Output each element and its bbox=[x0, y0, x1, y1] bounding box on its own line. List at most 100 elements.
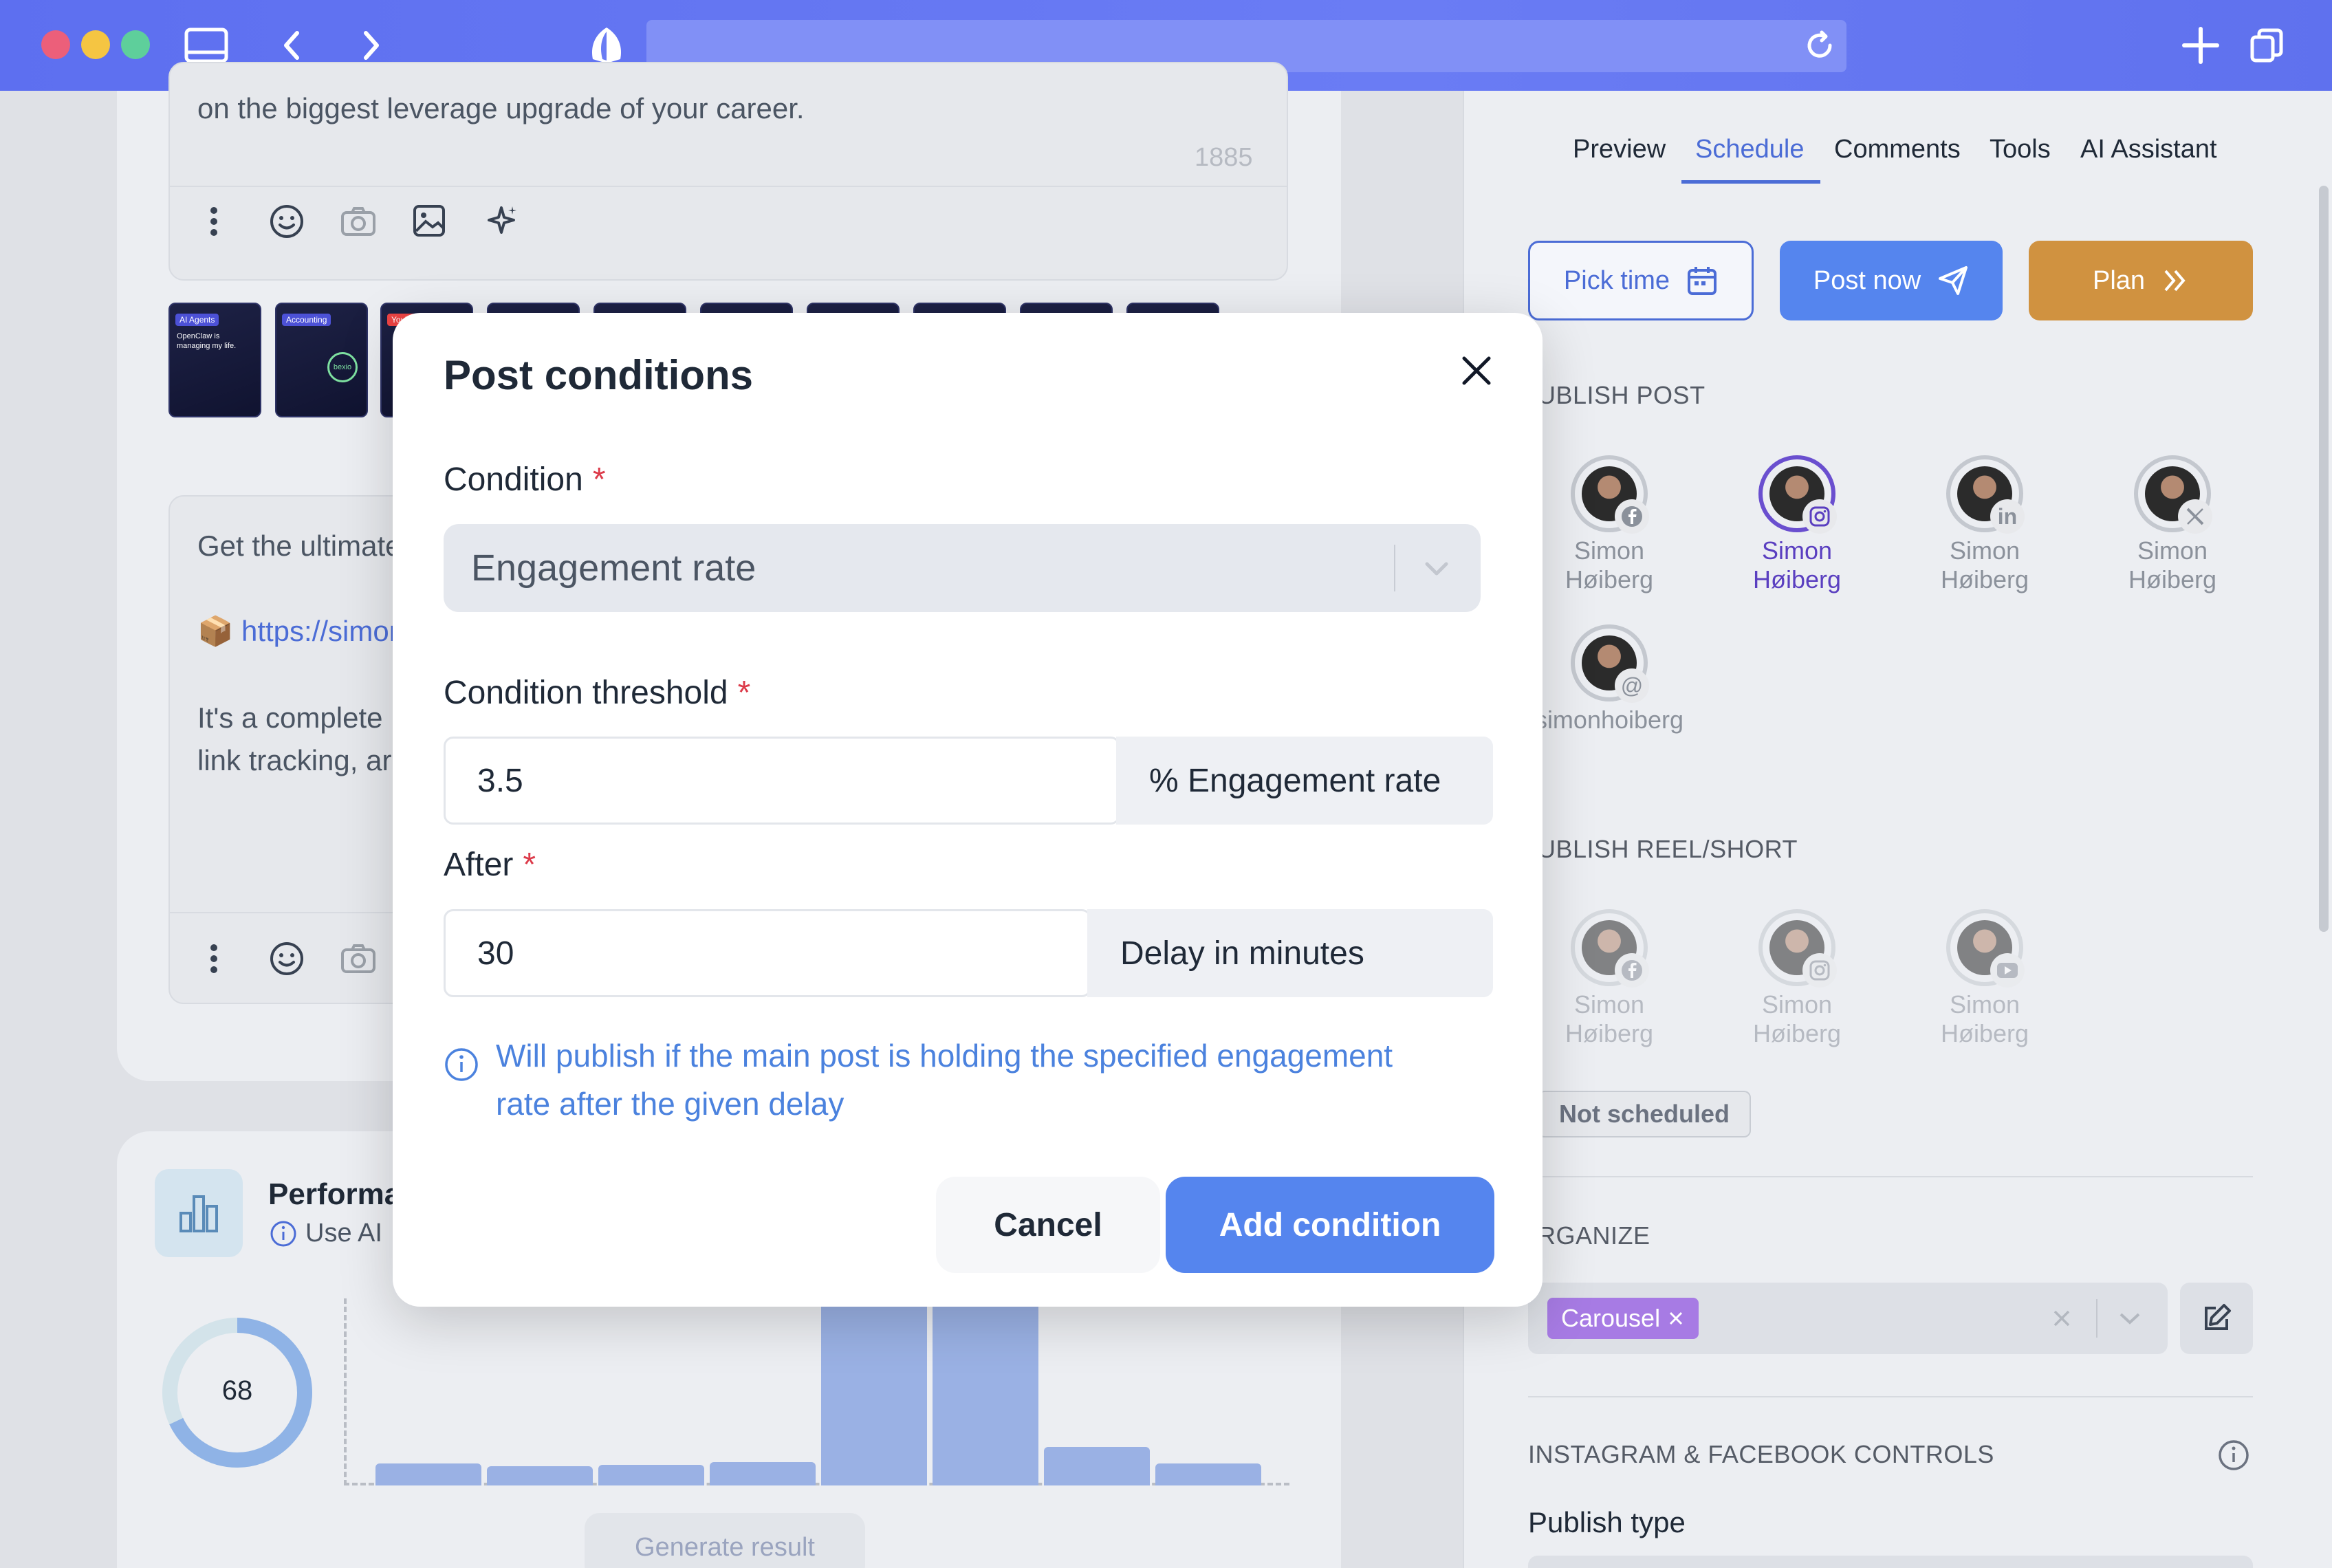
info-icon bbox=[270, 1221, 296, 1246]
threshold-input[interactable]: 3.5 bbox=[444, 737, 1120, 825]
emoji-icon[interactable] bbox=[266, 938, 307, 979]
instagram-icon bbox=[1802, 499, 1837, 534]
close-modal-button[interactable] bbox=[1452, 346, 1501, 395]
post-now-button[interactable]: Post now bbox=[1780, 241, 2003, 320]
chart-bar bbox=[598, 1465, 704, 1485]
account-name: Simon Høiberg bbox=[1565, 536, 1654, 594]
instagram-icon bbox=[1802, 953, 1837, 988]
organize-heading: RGANIZE bbox=[1538, 1221, 1650, 1250]
account-name: Simon Høiberg bbox=[1565, 990, 1654, 1047]
reel-account-facebook[interactable]: Simon Høiberg bbox=[1544, 909, 1675, 1048]
account-instagram[interactable]: Simon Høiberg bbox=[1732, 455, 1862, 594]
more-options-icon[interactable] bbox=[193, 938, 235, 979]
reel-account-instagram[interactable]: Simon Høiberg bbox=[1732, 909, 1862, 1048]
active-tab-indicator bbox=[1681, 180, 1820, 184]
second-post-line[interactable]: Get the ultimate bbox=[197, 530, 401, 563]
link-text: https://simon bbox=[241, 615, 406, 647]
account-facebook[interactable]: Simon Høiberg bbox=[1544, 455, 1675, 594]
calendar-icon bbox=[1688, 267, 1717, 295]
cancel-button[interactable]: Cancel bbox=[936, 1177, 1160, 1273]
maximize-window-button[interactable] bbox=[121, 30, 150, 59]
scrollbar[interactable] bbox=[2319, 186, 2329, 932]
divider bbox=[1528, 1396, 2253, 1397]
close-icon bbox=[1462, 356, 1491, 385]
reload-icon[interactable] bbox=[1795, 21, 1844, 70]
plan-button[interactable]: Plan bbox=[2029, 241, 2253, 320]
account-threads[interactable]: @ simonhoiberg bbox=[1530, 624, 1688, 734]
score-donut: 68 bbox=[158, 1314, 316, 1472]
reel-account-youtube[interactable]: Simon Høiberg bbox=[1919, 909, 2050, 1048]
divider bbox=[1528, 1176, 2253, 1177]
new-tab-icon[interactable] bbox=[2176, 21, 2225, 70]
send-icon bbox=[1939, 266, 1968, 295]
minimize-window-button[interactable] bbox=[81, 30, 110, 59]
edit-labels-button[interactable] bbox=[2180, 1283, 2253, 1354]
tabs-overview-icon[interactable] bbox=[2242, 21, 2291, 70]
add-condition-button[interactable]: Add condition bbox=[1166, 1177, 1494, 1273]
account-linkedin[interactable]: in Simon Høiberg bbox=[1919, 455, 2050, 594]
post-now-label: Post now bbox=[1813, 265, 1921, 295]
thumbnail-label: AI Agents bbox=[175, 314, 219, 326]
info-icon[interactable] bbox=[2217, 1439, 2250, 1475]
media-thumbnail[interactable]: Accounting bexio bbox=[275, 303, 368, 417]
chart-bar bbox=[710, 1462, 816, 1485]
tab-comments[interactable]: Comments bbox=[1834, 135, 1961, 164]
publish-type-select[interactable] bbox=[1528, 1556, 2253, 1568]
facebook-icon bbox=[1615, 953, 1649, 988]
youtube-icon bbox=[1990, 953, 2025, 988]
first-post-card: on the biggest leverage upgrade of your … bbox=[168, 62, 1288, 281]
more-options-icon[interactable] bbox=[193, 201, 235, 242]
edit-icon bbox=[2205, 1304, 2231, 1330]
label-select[interactable]: Carousel bbox=[1528, 1283, 2168, 1354]
account-x[interactable]: Simon Høiberg bbox=[2107, 455, 2238, 594]
condition-select[interactable]: Engagement rate bbox=[444, 524, 1481, 612]
camera-icon[interactable] bbox=[338, 938, 379, 979]
chart-bar bbox=[487, 1466, 593, 1485]
delay-unit: Delay in minutes bbox=[1087, 909, 1493, 997]
second-post-line[interactable]: It's a complete bbox=[197, 701, 382, 734]
chart-bar bbox=[821, 1298, 927, 1485]
emoji-icon[interactable] bbox=[266, 201, 307, 242]
delay-input[interactable]: 30 bbox=[444, 909, 1091, 997]
linkedin-icon: in bbox=[1990, 499, 2025, 534]
double-chevron-right-icon bbox=[2164, 270, 2186, 292]
generate-result-button[interactable]: Generate result bbox=[585, 1513, 865, 1568]
condition-info: Will publish if the main post is holding… bbox=[444, 1032, 1441, 1128]
plan-label: Plan bbox=[2092, 265, 2146, 295]
publish-reel-heading: UBLISH REEL/SHORT bbox=[1538, 835, 1798, 863]
thumbnail-label: Accounting bbox=[282, 314, 331, 326]
account-name: simonhoiberg bbox=[1534, 706, 1684, 734]
threads-icon: @ bbox=[1615, 668, 1649, 703]
account-name: Simon Høiberg bbox=[1940, 536, 2029, 594]
chevron-down-icon bbox=[1425, 562, 1448, 576]
media-thumbnail[interactable]: AI Agents OpenClaw is managing my life. bbox=[168, 303, 261, 417]
remove-tag-icon[interactable] bbox=[1667, 1309, 1685, 1327]
carousel-tag: Carousel bbox=[1547, 1298, 1699, 1339]
close-window-button[interactable] bbox=[41, 30, 70, 59]
camera-icon[interactable] bbox=[338, 201, 379, 242]
chart-bar bbox=[1155, 1463, 1261, 1485]
tab-schedule[interactable]: Schedule bbox=[1695, 135, 1804, 164]
tab-preview[interactable]: Preview bbox=[1573, 135, 1666, 164]
condition-selected-value: Engagement rate bbox=[471, 547, 756, 589]
post-conditions-modal: Post conditions Condition * Engagement ra… bbox=[393, 313, 1543, 1307]
clear-icon[interactable] bbox=[2051, 1307, 2073, 1329]
chevron-down-icon[interactable] bbox=[2117, 1307, 2143, 1329]
tab-ai-assistant[interactable]: AI Assistant bbox=[2080, 135, 2217, 164]
account-name: Simon Høiberg bbox=[2128, 536, 2217, 594]
tab-tools[interactable]: Tools bbox=[1990, 135, 2051, 164]
ai-sparkle-icon[interactable] bbox=[481, 201, 522, 242]
image-gallery-icon[interactable] bbox=[409, 201, 450, 242]
chart-bar bbox=[1044, 1447, 1150, 1485]
x-icon bbox=[2178, 499, 2212, 534]
pick-time-label: Pick time bbox=[1563, 265, 1670, 295]
pick-time-button[interactable]: Pick time bbox=[1528, 241, 1754, 320]
second-post-link[interactable]: 📦 https://simon bbox=[197, 615, 405, 649]
ig-fb-controls-heading: INSTAGRAM & FACEBOOK CONTROLS bbox=[1528, 1440, 1994, 1468]
not-scheduled-badge: Not scheduled bbox=[1538, 1091, 1751, 1137]
account-name: Simon Høiberg bbox=[1940, 990, 2029, 1047]
tag-label: Carousel bbox=[1561, 1304, 1661, 1332]
first-post-text[interactable]: on the biggest leverage upgrade of your … bbox=[197, 92, 805, 125]
publish-post-heading: UBLISH POST bbox=[1538, 381, 1706, 409]
second-post-line[interactable]: link tracking, ar bbox=[197, 744, 391, 777]
